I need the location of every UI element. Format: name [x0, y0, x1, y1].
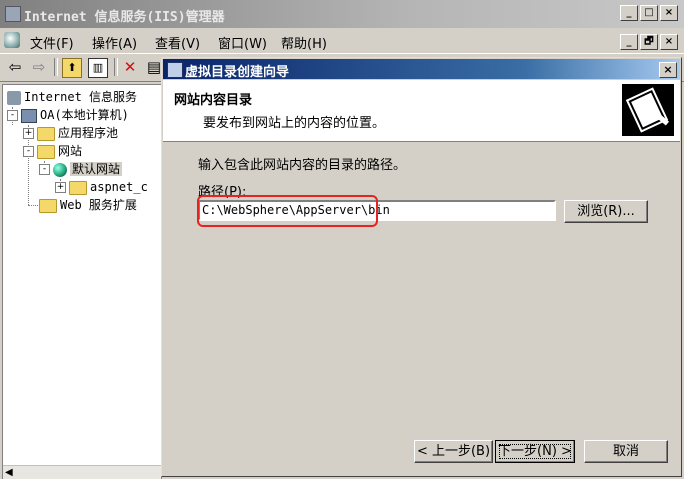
folder-icon: [37, 144, 55, 159]
back-button[interactable]: < 上一步(B): [414, 440, 493, 463]
tree-pane: Internet 信息服务 - OA(本地计算机) + 应用程序池 - 网站 - 默认网…: [2, 84, 162, 479]
computer-icon: [21, 108, 37, 123]
tree-horizontal-scrollbar[interactable]: ◀: [3, 465, 161, 479]
main-caption-buttons: _ □ ×: [620, 5, 678, 21]
wizard-heading: 网站内容目录: [174, 93, 253, 108]
highlight-annotation: [197, 195, 378, 227]
menu-bar: 文件(F) 操作(A) 查看(V) 窗口(W) 帮助(H) _ 🗗 ×: [0, 28, 684, 52]
folder-icon: [37, 126, 55, 141]
browse-button[interactable]: 浏览(R)...: [564, 200, 648, 223]
tree-node-aspnet[interactable]: + aspnet_c: [55, 178, 148, 196]
expand-icon[interactable]: +: [23, 128, 34, 139]
wizard-book-icon: [622, 84, 674, 136]
wizard-instruction: 输入包含此网站内容的目录的路径。: [198, 158, 407, 173]
up-folder-icon[interactable]: ⬆: [62, 58, 82, 78]
close-button[interactable]: ×: [660, 5, 678, 21]
focus-rectangle: [499, 444, 571, 459]
back-arrow-icon[interactable]: ⇦: [6, 58, 24, 76]
menu-view[interactable]: 查看(V): [155, 33, 200, 52]
iis-icon: [7, 90, 21, 105]
virtual-directory-wizard-dialog: 虚拟目录创建向导 × 网站内容目录 要发布到网站上的内容的位置。 输入包含此网站…: [161, 57, 682, 477]
tree-node-app-pools[interactable]: + 应用程序池: [23, 124, 118, 142]
menu-window[interactable]: 窗口(W): [218, 33, 267, 52]
doc-restore-button[interactable]: 🗗: [640, 34, 658, 50]
tree-node-websites[interactable]: - 网站: [23, 142, 82, 160]
mmc-document-icon[interactable]: [4, 32, 20, 48]
delete-icon[interactable]: ✕: [121, 58, 139, 76]
tree-node-label: Internet 信息服务: [24, 90, 138, 104]
website-globe-icon: [53, 162, 67, 177]
main-title-bar: Internet 信息服务(IIS)管理器 _ □ ×: [0, 0, 684, 28]
show-tree-icon[interactable]: ▥: [88, 58, 108, 78]
doc-minimize-button[interactable]: _: [620, 34, 638, 50]
tree-node-label: Web 服务扩展: [60, 198, 137, 212]
dialog-title-bar: 虚拟目录创建向导 ×: [163, 59, 680, 80]
next-button[interactable]: 下一步(N) >: [495, 440, 575, 463]
document-caption-buttons: _ 🗗 ×: [620, 34, 678, 50]
tree-node-label: 应用程序池: [58, 126, 119, 140]
tree-node-label: 默认网站: [70, 162, 123, 176]
tree-node-label: OA(本地计算机): [40, 108, 129, 122]
dialog-close-button[interactable]: ×: [659, 62, 677, 78]
wizard-header: 网站内容目录 要发布到网站上的内容的位置。: [163, 80, 680, 142]
tree-node-computer[interactable]: - OA(本地计算机): [7, 106, 129, 124]
toolbar-separator: [54, 58, 58, 76]
iis-app-icon: [5, 6, 21, 22]
main-window-title: Internet 信息服务(IIS)管理器: [24, 10, 225, 25]
scroll-left-icon[interactable]: ◀: [5, 467, 13, 478]
tree-node-web-ext[interactable]: Web 服务扩展: [39, 196, 137, 214]
book-shape: [628, 90, 666, 130]
menu-help[interactable]: 帮助(H): [281, 33, 327, 52]
collapse-icon[interactable]: -: [39, 164, 50, 175]
forward-arrow-icon[interactable]: ⇨: [30, 58, 48, 76]
tree-node-label: 网站: [58, 144, 83, 158]
doc-close-button[interactable]: ×: [660, 34, 678, 50]
tree-node-default-site[interactable]: - 默认网站: [39, 160, 123, 178]
dialog-title: 虚拟目录创建向导: [185, 65, 290, 80]
collapse-icon[interactable]: -: [23, 146, 34, 157]
cancel-button[interactable]: 取消: [584, 440, 668, 463]
maximize-button[interactable]: □: [640, 5, 658, 21]
expand-icon[interactable]: +: [55, 182, 66, 193]
wizard-subheading: 要发布到网站上的内容的位置。: [203, 116, 386, 131]
menu-action[interactable]: 操作(A): [92, 33, 137, 52]
collapse-icon[interactable]: -: [7, 110, 18, 121]
folder-icon: [39, 198, 57, 213]
toolbar-separator: [114, 58, 118, 76]
minimize-button[interactable]: _: [620, 5, 638, 21]
iis-manager-window: Internet 信息服务(IIS)管理器 _ □ × 文件(F) 操作(A) …: [0, 0, 684, 479]
menu-file[interactable]: 文件(F): [30, 33, 74, 52]
folder-icon: [69, 180, 87, 195]
tree-node-label: aspnet_c: [90, 180, 148, 194]
wizard-app-icon: [167, 62, 183, 78]
tree-node-iis-root[interactable]: Internet 信息服务: [7, 88, 137, 106]
